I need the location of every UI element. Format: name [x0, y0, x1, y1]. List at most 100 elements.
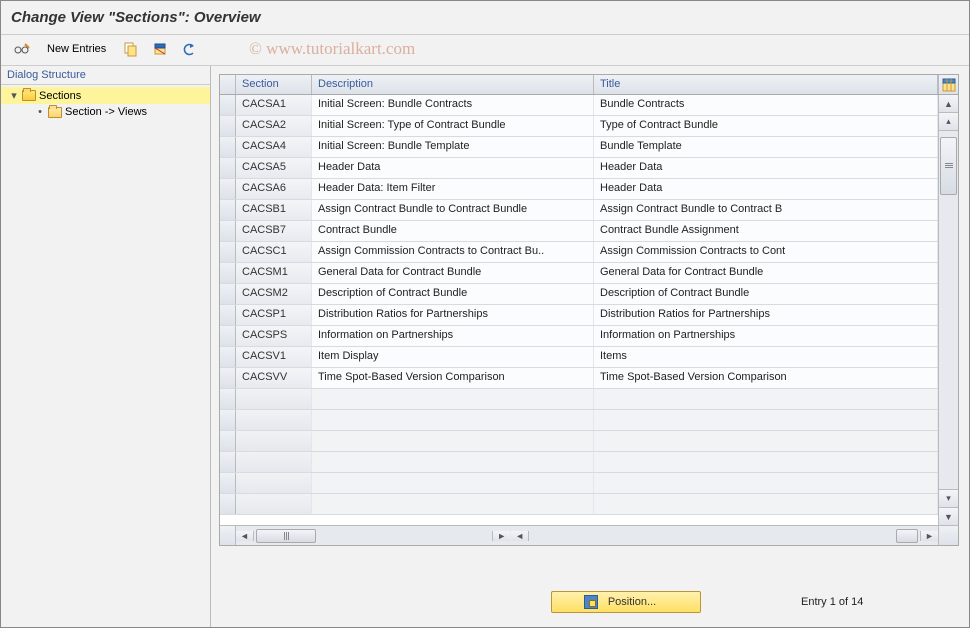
cell-section[interactable]: CACSPS: [236, 326, 312, 346]
scroll-line-up-button[interactable]: ▴: [939, 113, 958, 131]
cell-section-empty[interactable]: [236, 389, 312, 409]
table-row[interactable]: CACSPSInformation on PartnershipsInforma…: [220, 326, 938, 347]
cell-description[interactable]: Initial Screen: Type of Contract Bundle: [312, 116, 594, 136]
table-row[interactable]: CACSM2Description of Contract BundleDesc…: [220, 284, 938, 305]
cell-title[interactable]: Header Data: [594, 179, 938, 199]
cell-section-empty[interactable]: [236, 473, 312, 493]
vscroll-track[interactable]: [939, 131, 958, 489]
cell-description-empty[interactable]: [312, 431, 594, 451]
table-row-empty[interactable]: [220, 410, 938, 431]
cell-description[interactable]: Item Display: [312, 347, 594, 367]
cell-description[interactable]: Assign Contract Bundle to Contract Bundl…: [312, 200, 594, 220]
table-row[interactable]: CACSB1Assign Contract Bundle to Contract…: [220, 200, 938, 221]
position-button[interactable]: Position...: [551, 591, 701, 613]
scroll-up-button[interactable]: ▲: [939, 95, 958, 113]
scroll-line-down-button[interactable]: ▾: [939, 489, 958, 507]
table-row[interactable]: CACSV1Item DisplayItems: [220, 347, 938, 368]
row-selector[interactable]: [220, 305, 236, 325]
row-selector[interactable]: [220, 137, 236, 157]
table-row-empty[interactable]: [220, 389, 938, 410]
row-selector[interactable]: [220, 200, 236, 220]
copy-as-button[interactable]: [118, 39, 144, 59]
row-selector[interactable]: [220, 389, 236, 409]
cell-title[interactable]: Bundle Template: [594, 137, 938, 157]
cell-title-empty[interactable]: [594, 494, 938, 514]
cell-title[interactable]: Time Spot-Based Version Comparison: [594, 368, 938, 388]
row-selector[interactable]: [220, 284, 236, 304]
table-row-empty[interactable]: [220, 431, 938, 452]
cell-section[interactable]: CACSP1: [236, 305, 312, 325]
table-row[interactable]: CACSA6Header Data: Item FilterHeader Dat…: [220, 179, 938, 200]
cell-title-empty[interactable]: [594, 473, 938, 493]
row-selector[interactable]: [220, 473, 236, 493]
col-header-title[interactable]: Title: [594, 75, 938, 94]
col-header-section[interactable]: Section: [236, 75, 312, 94]
cell-section[interactable]: CACSB1: [236, 200, 312, 220]
cell-description-empty[interactable]: [312, 494, 594, 514]
hscroll-thumb-left[interactable]: [256, 529, 316, 543]
undo-change-button[interactable]: [176, 39, 202, 59]
cell-section[interactable]: CACSV1: [236, 347, 312, 367]
cell-description-empty[interactable]: [312, 452, 594, 472]
hscroll-thumb-right[interactable]: [896, 529, 918, 543]
delete-button[interactable]: [147, 39, 173, 59]
cell-title[interactable]: Bundle Contracts: [594, 95, 938, 115]
cell-description[interactable]: Time Spot-Based Version Comparison: [312, 368, 594, 388]
cell-description[interactable]: General Data for Contract Bundle: [312, 263, 594, 283]
cell-description[interactable]: Distribution Ratios for Partnerships: [312, 305, 594, 325]
hscroll-track-left[interactable]: [254, 529, 492, 543]
col-header-description[interactable]: Description: [312, 75, 594, 94]
table-row-empty[interactable]: [220, 452, 938, 473]
row-selector[interactable]: [220, 242, 236, 262]
row-selector[interactable]: [220, 158, 236, 178]
cell-description-empty[interactable]: [312, 389, 594, 409]
cell-section[interactable]: CACSC1: [236, 242, 312, 262]
cell-section[interactable]: CACSA4: [236, 137, 312, 157]
cell-description[interactable]: Initial Screen: Bundle Contracts: [312, 95, 594, 115]
hscroll-track-right[interactable]: [529, 529, 920, 543]
cell-description[interactable]: Initial Screen: Bundle Template: [312, 137, 594, 157]
tree-node-section-views[interactable]: • Section -> Views: [1, 104, 210, 120]
table-row-empty[interactable]: [220, 473, 938, 494]
cell-title-empty[interactable]: [594, 452, 938, 472]
cell-section-empty[interactable]: [236, 410, 312, 430]
row-selector[interactable]: [220, 410, 236, 430]
cell-title[interactable]: Information on Partnerships: [594, 326, 938, 346]
cell-title-empty[interactable]: [594, 389, 938, 409]
row-selector[interactable]: [220, 116, 236, 136]
row-selector[interactable]: [220, 179, 236, 199]
table-row[interactable]: CACSA5Header DataHeader Data: [220, 158, 938, 179]
table-row[interactable]: CACSB7Contract BundleContract Bundle Ass…: [220, 221, 938, 242]
scroll-down-button[interactable]: ▼: [939, 507, 958, 525]
scroll-left-button[interactable]: ◄: [236, 531, 254, 541]
cell-section[interactable]: CACSM2: [236, 284, 312, 304]
cell-title[interactable]: Assign Commission Contracts to Cont: [594, 242, 938, 262]
vscroll-thumb[interactable]: [940, 137, 957, 195]
cell-title[interactable]: Distribution Ratios for Partnerships: [594, 305, 938, 325]
cell-title[interactable]: General Data for Contract Bundle: [594, 263, 938, 283]
cell-section[interactable]: CACSM1: [236, 263, 312, 283]
cell-section[interactable]: CACSB7: [236, 221, 312, 241]
cell-description-empty[interactable]: [312, 473, 594, 493]
cell-description[interactable]: Header Data: Item Filter: [312, 179, 594, 199]
cell-title[interactable]: Assign Contract Bundle to Contract B: [594, 200, 938, 220]
cell-title[interactable]: Contract Bundle Assignment: [594, 221, 938, 241]
table-row[interactable]: CACSA4Initial Screen: Bundle TemplateBun…: [220, 137, 938, 158]
cell-title-empty[interactable]: [594, 410, 938, 430]
tree-caret-icon[interactable]: ▾: [9, 89, 19, 102]
cell-title-empty[interactable]: [594, 431, 938, 451]
cell-title[interactable]: Header Data: [594, 158, 938, 178]
cell-title[interactable]: Description of Contract Bundle: [594, 284, 938, 304]
scroll-right-button[interactable]: ►: [920, 531, 938, 541]
new-entries-button[interactable]: New Entries: [38, 40, 115, 58]
table-row[interactable]: CACSC1 Assign Commission Contracts to Con…: [220, 242, 938, 263]
row-selector[interactable]: [220, 368, 236, 388]
row-selector[interactable]: [220, 263, 236, 283]
toggle-display-change-button[interactable]: [9, 39, 35, 59]
cell-section[interactable]: CACSA5: [236, 158, 312, 178]
table-row[interactable]: CACSA1Initial Screen: Bundle ContractsBu…: [220, 95, 938, 116]
row-selector[interactable]: [220, 431, 236, 451]
table-row[interactable]: CACSM1General Data for Contract BundleGe…: [220, 263, 938, 284]
cell-description[interactable]: Contract Bundle: [312, 221, 594, 241]
table-row[interactable]: CACSP1Distribution Ratios for Partnershi…: [220, 305, 938, 326]
